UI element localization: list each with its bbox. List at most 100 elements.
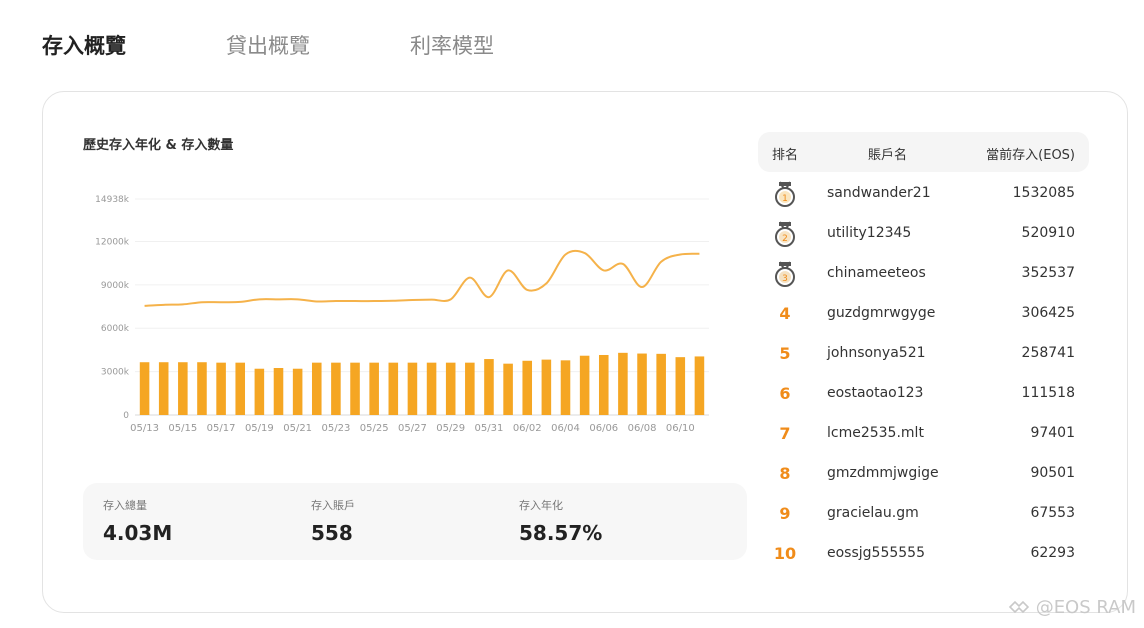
deposit-bar	[235, 362, 246, 415]
deposit-bar	[407, 362, 418, 415]
deposit-amount: 352537	[1021, 265, 1075, 281]
eos-logo-icon	[1008, 600, 1030, 614]
ranking-row: 2 utility12345 520910	[758, 214, 1089, 254]
x-tick-label: 06/04	[551, 423, 580, 434]
gold-medal-icon: 1	[775, 181, 795, 207]
watermark-text: @EOS RAM	[1035, 597, 1136, 618]
watermark: @EOS RAM	[1008, 597, 1136, 618]
account-name: chinameeteos	[827, 265, 926, 281]
account-column-header: 賬戶名	[868, 148, 908, 163]
amount-column-header: 當前存入(EOS)	[986, 148, 1075, 163]
deposit-bar	[694, 356, 705, 415]
ranking-row: 1 sandwander21 1532085	[758, 174, 1089, 214]
deposit-bar	[426, 362, 437, 415]
x-tick-label: 05/17	[207, 423, 236, 434]
deposit-bar	[522, 360, 533, 415]
stat-label: 存入總量	[103, 499, 147, 512]
chart-title: 歷史存入年化 & 存入數量	[83, 138, 234, 153]
x-tick-label: 05/31	[475, 423, 504, 434]
stat-label: 存入賬戶	[311, 499, 355, 512]
x-tick-label: 05/29	[436, 423, 465, 434]
y-tick-label: 12000k	[95, 237, 130, 247]
x-tick-label: 05/23	[321, 423, 350, 434]
ranking-row: 4 guzdgmrwgyge 306425	[758, 294, 1089, 334]
ranking-row: 8 gmzdmmjwgige 90501	[758, 454, 1089, 494]
rank-number: 9	[779, 504, 791, 523]
ranking-row: 5 johnsonya521 258741	[758, 334, 1089, 374]
deposit-bar	[158, 362, 169, 415]
deposit-bar	[311, 362, 322, 415]
account-name: gmzdmmjwgige	[827, 465, 939, 481]
ranking-row: 7 lcme2535.mlt 97401	[758, 414, 1089, 454]
deposit-bar	[579, 355, 590, 415]
deposit-bar	[254, 368, 265, 415]
deposit-bar	[292, 368, 303, 415]
y-tick-label: 3000k	[101, 368, 130, 378]
deposit-bar	[465, 362, 475, 415]
tab-interest-model[interactable]: 利率模型	[410, 30, 494, 60]
medal-rank-number: 3	[782, 274, 788, 284]
account-name: gracielau.gm	[827, 505, 919, 521]
tab-loan-overview[interactable]: 貸出概覽	[226, 30, 310, 60]
deposit-bar	[273, 368, 284, 415]
x-tick-label: 06/02	[513, 423, 542, 434]
x-tick-label: 05/13	[130, 423, 159, 434]
x-tick-label: 05/25	[360, 423, 389, 434]
deposit-bar	[541, 359, 552, 415]
ranking-row: 3 chinameeteos 352537	[758, 254, 1089, 294]
deposit-amount: 520910	[1021, 225, 1075, 241]
y-tick-label: 6000k	[101, 324, 130, 334]
medal-rank-number: 2	[782, 234, 788, 244]
apy-line	[144, 249, 700, 307]
x-tick-label: 05/19	[245, 423, 274, 434]
deposit-bar	[598, 354, 609, 415]
deposit-bar	[637, 353, 647, 415]
deposit-amount: 306425	[1021, 305, 1075, 321]
x-tick-label: 05/21	[283, 423, 312, 434]
deposit-amount: 90501	[1030, 465, 1075, 481]
deposit-bar	[350, 362, 360, 415]
rank-number: 5	[779, 344, 791, 363]
deposit-amount: 1532085	[1012, 185, 1075, 201]
deposit-bar	[445, 362, 456, 415]
ranking-row: 10 eossjg555555 62293	[758, 534, 1089, 574]
ranking-header: 排名 賬戶名 當前存入(EOS)	[758, 132, 1089, 172]
y-tick-label: 14938k	[95, 195, 130, 205]
deposit-bar	[618, 352, 628, 415]
deposit-amount: 111518	[1021, 385, 1075, 401]
y-tick-label: 9000k	[101, 281, 130, 291]
deposit-bar	[178, 362, 188, 415]
stat-value: 4.03M	[103, 521, 173, 545]
deposit-bar	[216, 362, 226, 415]
account-name: lcme2535.mlt	[827, 425, 924, 441]
x-tick-label: 06/06	[589, 423, 618, 434]
account-name: guzdgmrwgyge	[827, 305, 936, 321]
ranking-row: 9 gracielau.gm 67553	[758, 494, 1089, 534]
account-name: utility12345	[827, 225, 912, 241]
rank-number: 6	[779, 384, 791, 403]
stat-value: 558	[311, 521, 353, 545]
account-name: johnsonya521	[827, 345, 926, 361]
account-name: eossjg555555	[827, 545, 925, 561]
rank-number: 8	[779, 464, 791, 483]
x-tick-label: 05/27	[398, 423, 427, 434]
rank-number: 4	[779, 304, 791, 323]
deposit-amount: 97401	[1030, 425, 1075, 441]
x-tick-label: 06/08	[628, 423, 657, 434]
deposit-chart: 0 3000k 6000k 9000k 12000k 14938k 05/13 05/15 05…	[95, 195, 709, 434]
x-tick-label: 06/10	[666, 423, 695, 434]
bronze-medal-icon: 3	[775, 261, 795, 287]
deposit-overview-card: 歷史存入年化 & 存入數量 0 3000k 6000k 9000k 12000k 1493…	[42, 91, 1128, 613]
ranking-row: 6 eostaotao123 111518	[758, 374, 1089, 414]
deposit-bar	[369, 362, 379, 415]
y-tick-label: 0	[123, 411, 129, 421]
deposit-bar	[484, 359, 494, 415]
tab-bar: 存入概覽 貸出概覽 利率模型	[42, 30, 594, 60]
x-tick-label: 05/15	[168, 423, 197, 434]
tab-deposit-overview[interactable]: 存入概覽	[42, 30, 126, 60]
rank-number: 7	[779, 424, 791, 443]
deposit-bar	[656, 353, 666, 415]
deposit-bar	[675, 357, 686, 415]
deposit-bar	[560, 360, 571, 415]
deposit-bar	[331, 362, 341, 415]
